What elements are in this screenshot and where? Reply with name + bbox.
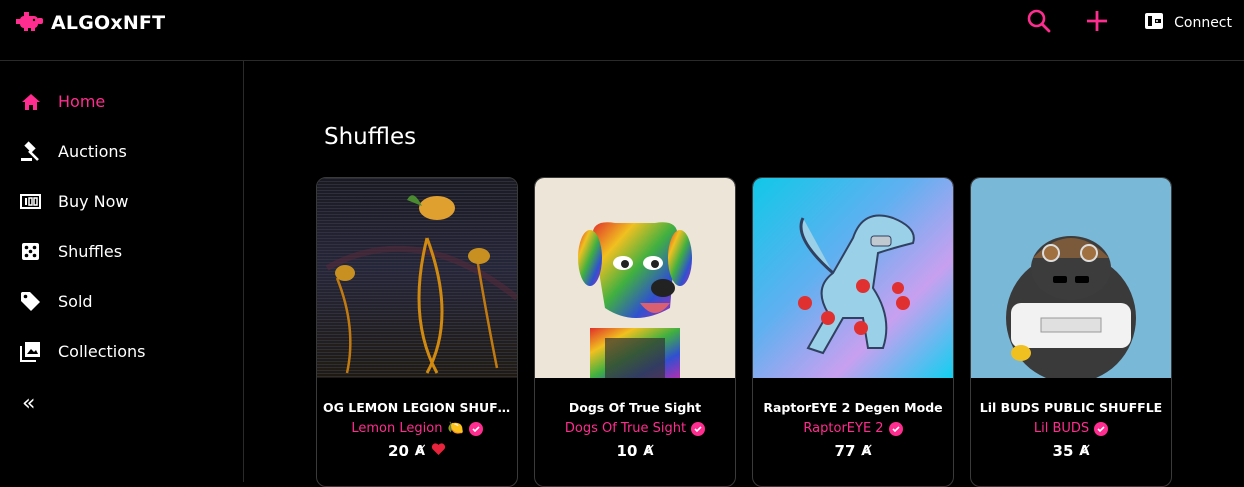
section-title: Shuffles xyxy=(324,124,417,150)
card-title: Lil BUDS PUBLIC SHUFFLE xyxy=(979,400,1163,415)
verified-icon xyxy=(1094,421,1109,436)
sidebar-item-shuffles[interactable]: Shuffles xyxy=(20,241,122,262)
connect-button[interactable]: Connect xyxy=(1144,12,1232,34)
search-icon xyxy=(1026,8,1052,38)
sidebar-item-sold[interactable]: Sold xyxy=(20,291,93,312)
creator-name: Lil BUDS xyxy=(1033,421,1090,436)
algo-icon: Ⱥ xyxy=(414,443,425,459)
brand[interactable]: ALGOxNFT xyxy=(16,10,165,36)
creator-name: Lemon Legion xyxy=(351,421,443,436)
collapse-sidebar-button[interactable]: « xyxy=(22,391,35,416)
shuffle-card[interactable]: RaptorEYE 2 Degen Mode RaptorEYE 2 77 Ⱥ xyxy=(752,177,954,487)
verified-icon xyxy=(888,421,903,436)
search-button[interactable] xyxy=(1024,8,1054,38)
sidebar: Home Auctions Buy Now Shuffles Sold Coll… xyxy=(0,61,244,482)
card-price: 35 Ⱥ xyxy=(971,442,1171,460)
sidebar-item-collections[interactable]: Collections xyxy=(20,341,145,362)
sidebar-item-home[interactable]: Home xyxy=(20,91,105,112)
add-button[interactable] xyxy=(1082,8,1112,38)
algo-icon: Ⱥ xyxy=(1079,443,1090,459)
sidebar-item-label: Auctions xyxy=(58,142,127,161)
card-price: 77 Ⱥ xyxy=(753,442,953,460)
card-price: 10 Ⱥ xyxy=(535,442,735,460)
sidebar-item-label: Sold xyxy=(58,292,93,311)
home-icon xyxy=(20,91,41,112)
verified-icon xyxy=(468,421,483,436)
card-image xyxy=(317,178,517,378)
collection-icon xyxy=(20,341,41,362)
heart-icon[interactable] xyxy=(431,442,446,460)
card-price: 20 Ⱥ xyxy=(317,442,517,460)
card-creator[interactable]: Lemon Legion 🍋 xyxy=(317,421,517,436)
price-value: 35 xyxy=(1052,442,1074,460)
sidebar-item-label: Collections xyxy=(58,342,146,361)
brand-name: ALGOxNFT xyxy=(51,12,166,34)
card-image xyxy=(535,178,735,378)
receipt-icon xyxy=(20,191,41,212)
sidebar-item-label: Home xyxy=(58,92,106,111)
connect-label: Connect xyxy=(1174,15,1232,31)
sidebar-item-label: Shuffles xyxy=(58,242,123,261)
creator-name: Dogs Of True Sight xyxy=(564,421,687,436)
logo-icon xyxy=(16,10,43,36)
card-title: OG LEMON LEGION SHUFF... xyxy=(323,400,517,415)
sidebar-item-auctions[interactable]: Auctions xyxy=(20,141,127,162)
algo-icon: Ⱥ xyxy=(861,443,872,459)
card-image xyxy=(753,178,953,378)
card-creator[interactable]: Dogs Of True Sight xyxy=(535,421,735,436)
plus-icon xyxy=(1086,10,1108,36)
price-value: 10 xyxy=(616,442,638,460)
sidebar-item-label: Buy Now xyxy=(58,192,129,211)
card-creator[interactable]: Lil BUDS xyxy=(971,421,1171,436)
dice-icon xyxy=(20,241,41,262)
card-image xyxy=(971,178,1171,378)
sidebar-item-buy-now[interactable]: Buy Now xyxy=(20,191,129,212)
card-creator[interactable]: RaptorEYE 2 xyxy=(753,421,953,436)
verified-icon xyxy=(691,421,706,436)
shuffle-card[interactable]: Dogs Of True Sight Dogs Of True Sight 10… xyxy=(534,177,736,487)
lemon-emoji: 🍋 xyxy=(447,421,464,436)
card-title: Dogs Of True Sight xyxy=(568,400,702,415)
algo-icon: Ⱥ xyxy=(643,443,654,459)
price-value: 77 xyxy=(834,442,856,460)
price-value: 20 xyxy=(388,442,409,460)
tag-icon xyxy=(20,291,41,312)
wallet-icon xyxy=(1144,12,1164,34)
top-bar: ALGOxNFT Connect xyxy=(0,0,1244,61)
gavel-icon xyxy=(20,141,41,162)
shuffle-card[interactable]: Lil BUDS PUBLIC SHUFFLE Lil BUDS 35 Ⱥ xyxy=(970,177,1172,487)
shuffle-card[interactable]: OG LEMON LEGION SHUFF... Lemon Legion 🍋 … xyxy=(316,177,518,487)
card-title: RaptorEYE 2 Degen Mode xyxy=(763,400,943,415)
creator-name: RaptorEYE 2 xyxy=(803,421,884,436)
